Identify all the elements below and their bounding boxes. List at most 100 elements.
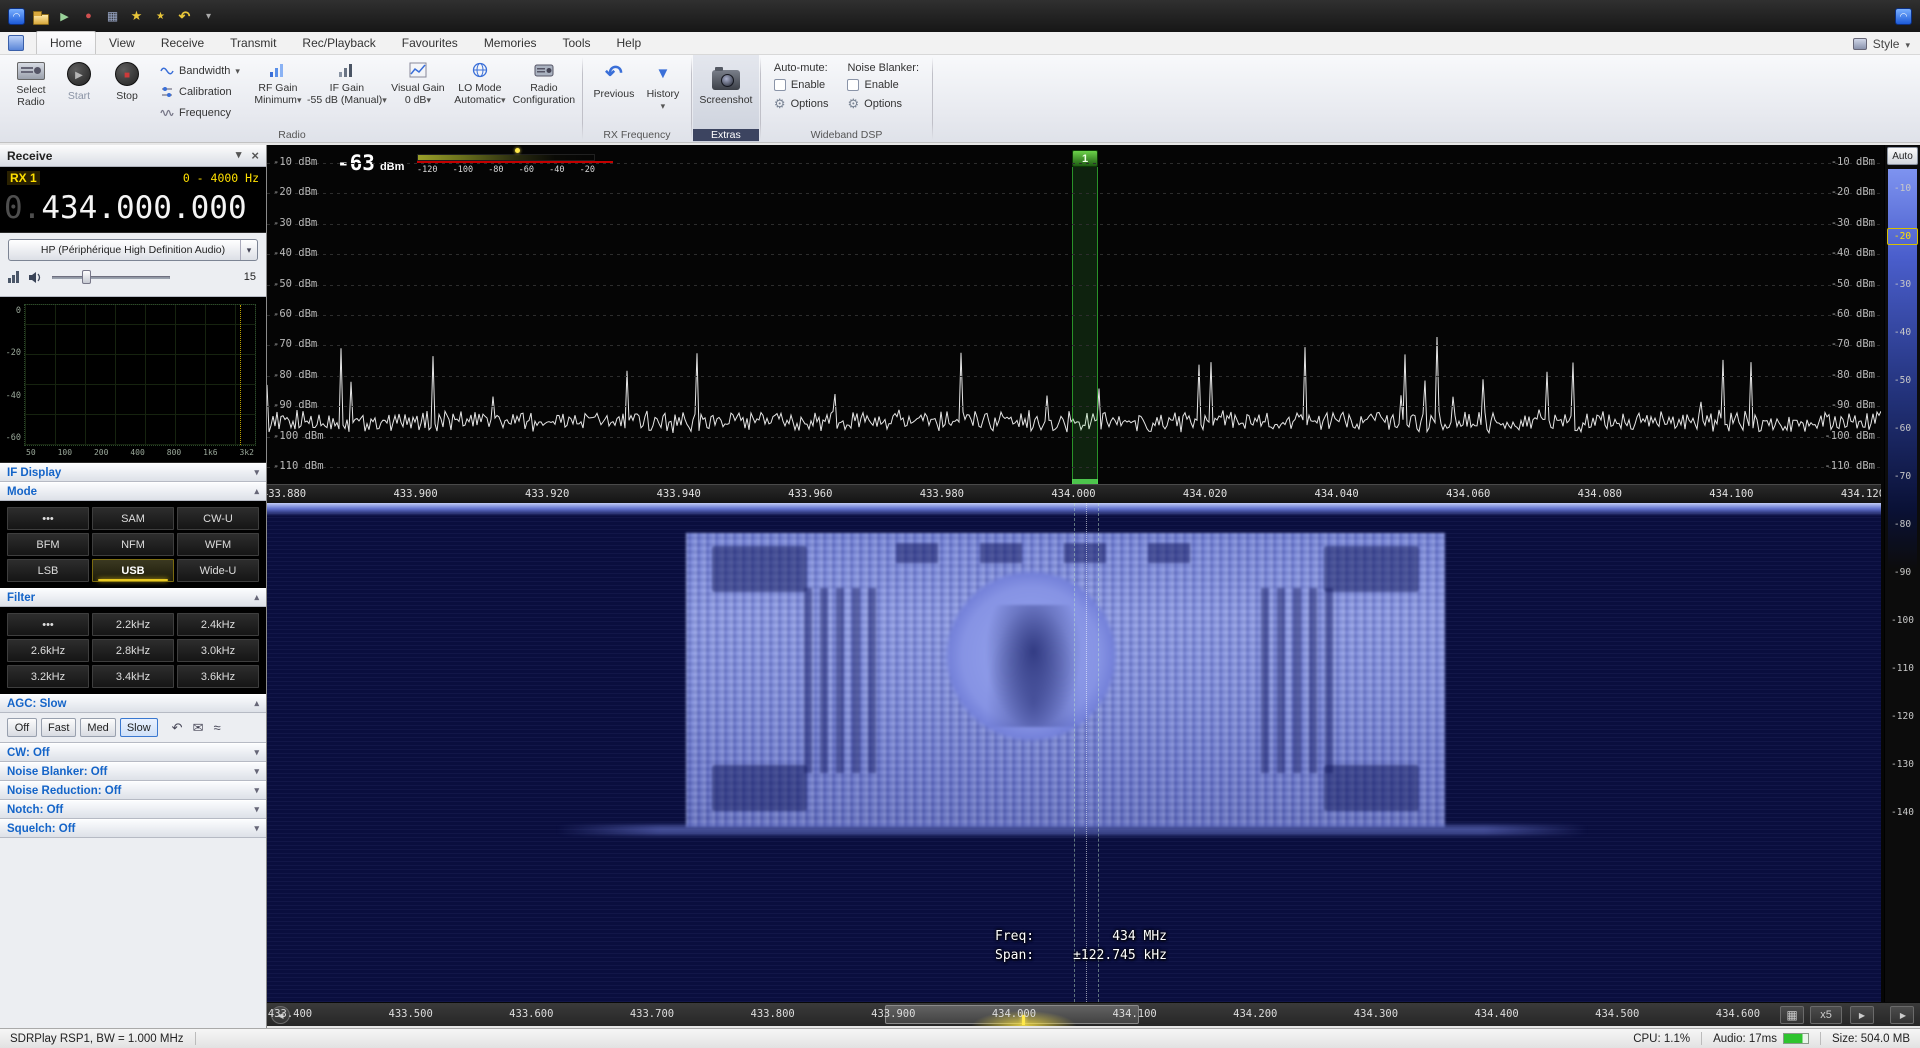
scroll-right-button[interactable] bbox=[1850, 1006, 1874, 1024]
minigraph-plot[interactable] bbox=[24, 304, 256, 446]
favourite-add-icon[interactable] bbox=[152, 8, 169, 25]
section-header-cw[interactable]: CW: Off bbox=[0, 743, 266, 762]
filter-button-2.6khz[interactable]: 2.6kHz bbox=[7, 639, 89, 662]
play-icon[interactable] bbox=[56, 8, 73, 25]
band-grid-button[interactable] bbox=[1780, 1006, 1804, 1024]
undo-icon[interactable] bbox=[176, 8, 193, 25]
agc-graph-icon[interactable] bbox=[213, 720, 220, 736]
section-header-mode[interactable]: Mode bbox=[0, 482, 266, 501]
mode-button-sam[interactable]: SAM bbox=[92, 507, 174, 530]
history-button[interactable]: History bbox=[640, 57, 686, 125]
scroll-end-button[interactable] bbox=[1890, 1006, 1914, 1024]
select-radio-button[interactable]: Select Radio bbox=[7, 57, 55, 125]
zoom-button[interactable]: x5 bbox=[1810, 1006, 1842, 1024]
filter-button-more[interactable]: ••• bbox=[7, 613, 89, 636]
agc-button-slow[interactable]: Slow bbox=[120, 718, 158, 737]
tab-favourites[interactable]: Favourites bbox=[389, 32, 471, 54]
grid-line bbox=[267, 345, 1881, 346]
filter-button-2.2khz[interactable]: 2.2kHz bbox=[92, 613, 174, 636]
agc-button-off[interactable]: Off bbox=[7, 718, 37, 737]
volume-slider-thumb[interactable] bbox=[82, 270, 91, 284]
frequency-scrollbar[interactable]: x5 433.400433.500433.600433.700433.80043… bbox=[267, 1002, 1920, 1026]
previous-frequency-button[interactable]: Previous bbox=[588, 57, 640, 125]
frequency-button[interactable]: Frequency bbox=[157, 105, 243, 121]
tuning-marker-flag[interactable]: 1 bbox=[1072, 150, 1098, 167]
waterfall-display[interactable]: Freq:434 MHz Span:±122.745 kHz bbox=[267, 503, 1881, 1002]
tab-tools[interactable]: Tools bbox=[550, 32, 604, 54]
mode-button-usb[interactable]: USB bbox=[92, 559, 174, 582]
section-header-notch[interactable]: Notch: Off bbox=[0, 800, 266, 819]
visual-gain-button[interactable]: Visual Gain0 dB bbox=[387, 57, 449, 125]
section-header-if-display[interactable]: IF Display bbox=[0, 463, 266, 482]
filter-button-3.2khz[interactable]: 3.2kHz bbox=[7, 665, 89, 688]
audio-device-dropdown[interactable]: HP (Périphérique High Definition Audio) bbox=[8, 239, 258, 261]
filter-button-2.8khz[interactable]: 2.8kHz bbox=[92, 639, 174, 662]
tab-home[interactable]: Home bbox=[36, 31, 96, 54]
screenshot-button[interactable]: Screenshot bbox=[697, 57, 755, 125]
section-header-noise-reduction[interactable]: Noise Reduction: Off bbox=[0, 781, 266, 800]
chevron-down-icon[interactable] bbox=[240, 240, 257, 260]
automute-options-button[interactable]: Options bbox=[774, 96, 829, 112]
close-icon[interactable] bbox=[251, 148, 259, 163]
mode-button-cwu[interactable]: CW-U bbox=[177, 507, 259, 530]
equalizer-icon[interactable] bbox=[8, 271, 19, 283]
noise-blanker-options-button[interactable]: Options bbox=[847, 96, 919, 112]
mode-button-wideu[interactable]: Wide-U bbox=[177, 559, 259, 582]
spectrum-display[interactable]: -63 dBm -120-100-80-60-40-20 1 -10 dBm-1… bbox=[267, 145, 1881, 484]
radio-configuration-button[interactable]: Radio Configuration bbox=[511, 57, 577, 125]
frequency-readout[interactable]: 0.434.000.000 bbox=[0, 186, 266, 230]
mode-button-bfm[interactable]: BFM bbox=[7, 533, 89, 556]
mode-button-wfm[interactable]: WFM bbox=[177, 533, 259, 556]
mode-button-nfm[interactable]: NFM bbox=[92, 533, 174, 556]
rf-gain-button[interactable]: RF GainMinimum bbox=[249, 57, 307, 125]
filter-button-3.6khz[interactable]: 3.6kHz bbox=[177, 665, 259, 688]
bandwidth-button[interactable]: Bandwidth bbox=[157, 63, 243, 79]
style-label[interactable]: Style bbox=[1873, 37, 1900, 51]
filter-button-2.4khz[interactable]: 2.4kHz bbox=[177, 613, 259, 636]
level-tick--110: -110 bbox=[1885, 663, 1920, 674]
agc-button-med[interactable]: Med bbox=[80, 718, 115, 737]
tab-rec-playback[interactable]: Rec/Playback bbox=[289, 32, 388, 54]
automute-enable-checkbox[interactable]: Enable bbox=[774, 79, 829, 91]
speaker-icon[interactable] bbox=[28, 271, 43, 284]
volume-slider[interactable] bbox=[52, 270, 170, 284]
tab-help[interactable]: Help bbox=[604, 32, 655, 54]
calibration-button[interactable]: Calibration bbox=[157, 84, 243, 100]
tab-transmit[interactable]: Transmit bbox=[217, 32, 289, 54]
ribbon-group-wideband-dsp: Auto-mute: Enable Options Noise Blanker:… bbox=[762, 55, 931, 142]
section-header-agc[interactable]: AGC: Slow bbox=[0, 694, 266, 713]
section-header-noise-blanker[interactable]: Noise Blanker: Off bbox=[0, 762, 266, 781]
application-menu-icon[interactable] bbox=[8, 35, 24, 51]
favourite-icon[interactable] bbox=[128, 8, 145, 25]
app-logo-icon[interactable] bbox=[8, 8, 25, 25]
noise-blanker-enable-checkbox[interactable]: Enable bbox=[847, 79, 919, 91]
agc-envelope-icon[interactable] bbox=[193, 720, 204, 736]
filter-button-3.4khz[interactable]: 3.4kHz bbox=[92, 665, 174, 688]
minigraph-x-label: 100 bbox=[58, 448, 72, 459]
gear-icon bbox=[847, 96, 859, 112]
mode-button-more[interactable]: ••• bbox=[7, 507, 89, 530]
agc-undo-icon[interactable] bbox=[172, 720, 183, 736]
lo-mode-button[interactable]: LO ModeAutomatic bbox=[449, 57, 511, 125]
toolbar-more-icon[interactable] bbox=[200, 8, 217, 25]
if-gain-button[interactable]: IF Gain-55 dB (Manual) bbox=[307, 57, 387, 125]
section-header-filter[interactable]: Filter bbox=[0, 588, 266, 607]
tab-view[interactable]: View bbox=[96, 32, 148, 54]
freq-axis-label: 434.120 bbox=[1841, 488, 1881, 500]
stop-button[interactable]: Stop bbox=[103, 57, 151, 125]
spectrum-frequency-axis[interactable]: 433.880433.900433.920433.940433.960433.9… bbox=[267, 484, 1881, 503]
agc-button-fast[interactable]: Fast bbox=[41, 718, 76, 737]
tab-receive[interactable]: Receive bbox=[148, 32, 217, 54]
waterfall-level-scale[interactable]: Auto -10-20-30-40-50-60-70-80-90-100-110… bbox=[1884, 145, 1920, 1002]
tab-memories[interactable]: Memories bbox=[471, 32, 550, 54]
chevron-down-icon[interactable] bbox=[1905, 37, 1910, 51]
chevron-down-icon[interactable] bbox=[236, 148, 242, 163]
section-header-squelch[interactable]: Squelch: Off bbox=[0, 819, 266, 838]
menubar: HomeViewReceiveTransmitRec/PlaybackFavou… bbox=[0, 32, 1920, 55]
mode-button-lsb[interactable]: LSB bbox=[7, 559, 89, 582]
open-folder-icon[interactable] bbox=[32, 8, 49, 25]
monitor-icon[interactable] bbox=[104, 8, 121, 25]
start-button[interactable]: Start bbox=[55, 57, 103, 125]
record-icon[interactable] bbox=[80, 8, 97, 25]
filter-button-3.0khz[interactable]: 3.0kHz bbox=[177, 639, 259, 662]
